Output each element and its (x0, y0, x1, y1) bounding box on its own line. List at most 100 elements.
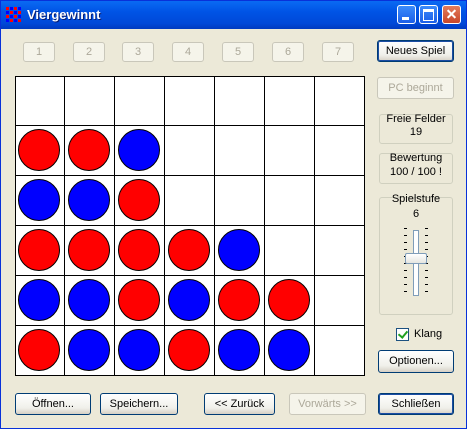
slider-tick (425, 249, 428, 250)
slider-thumb[interactable] (405, 252, 427, 264)
board-cell[interactable] (65, 276, 115, 326)
blue-disc (18, 279, 60, 321)
board-cell[interactable] (265, 226, 315, 276)
red-disc (118, 229, 160, 271)
red-disc (218, 279, 260, 321)
board-cell[interactable] (15, 326, 65, 376)
board-cell[interactable] (65, 176, 115, 226)
board-cell[interactable] (315, 226, 365, 276)
slider-tick (425, 228, 428, 229)
title-bar[interactable]: Viergewinnt (1, 1, 466, 29)
red-disc (268, 279, 310, 321)
pc-starts-button[interactable]: PC beginnt (377, 77, 454, 99)
blue-disc (218, 329, 260, 371)
forward-button[interactable]: Vorwärts >> (289, 393, 366, 415)
red-disc (68, 229, 110, 271)
board-cell[interactable] (115, 326, 165, 376)
board-cell[interactable] (65, 326, 115, 376)
save-button[interactable]: Speichern... (100, 393, 178, 415)
slider-tick (425, 291, 428, 292)
back-button[interactable]: << Zurück (204, 393, 275, 415)
slider-tick (404, 235, 407, 236)
game-board[interactable] (15, 76, 365, 376)
board-cell[interactable] (265, 126, 315, 176)
blue-disc (68, 279, 110, 321)
column-button-3[interactable]: 3 (122, 42, 154, 62)
close-button[interactable]: Schließen (378, 393, 454, 415)
board-cell[interactable] (15, 176, 65, 226)
red-disc (118, 179, 160, 221)
board-cell[interactable] (165, 326, 215, 376)
board-cell[interactable] (265, 326, 315, 376)
board-cell[interactable] (115, 126, 165, 176)
column-button-7[interactable]: 7 (322, 42, 354, 62)
rating-box: Bewertung 100 / 100 ! (379, 152, 453, 184)
board-cell[interactable] (15, 126, 65, 176)
column-button-4[interactable]: 4 (172, 42, 204, 62)
blue-disc (118, 129, 160, 171)
board-cell[interactable] (165, 226, 215, 276)
board-cell[interactable] (15, 276, 65, 326)
board-cell[interactable] (65, 76, 115, 126)
board-cell[interactable] (165, 76, 215, 126)
board-cell[interactable] (65, 126, 115, 176)
board-cell[interactable] (315, 76, 365, 126)
rating-value: 100 / 100 ! (390, 166, 442, 178)
board-cell[interactable] (265, 276, 315, 326)
board-cell[interactable] (115, 226, 165, 276)
rating-label: Bewertung (389, 152, 443, 164)
column-button-6[interactable]: 6 (272, 42, 304, 62)
red-disc (118, 279, 160, 321)
board-cell[interactable] (115, 276, 165, 326)
slider-tick (404, 291, 407, 292)
board-cell[interactable] (315, 126, 365, 176)
minimize-icon[interactable] (397, 5, 416, 24)
slider-tick (404, 228, 407, 229)
board-cell[interactable] (165, 176, 215, 226)
board-cell[interactable] (165, 276, 215, 326)
board-cell[interactable] (315, 326, 365, 376)
board-cell[interactable] (215, 126, 265, 176)
column-button-2[interactable]: 2 (73, 42, 105, 62)
board-cell[interactable] (165, 126, 215, 176)
slider-tick (404, 249, 407, 250)
new-game-button[interactable]: Neues Spiel (377, 40, 454, 62)
slider-tick (425, 284, 428, 285)
sound-checkbox[interactable] (396, 328, 409, 341)
level-box: Spielstufe 6 (379, 193, 453, 315)
free-fields-value: 19 (409, 126, 423, 138)
sound-label[interactable]: Klang (414, 328, 442, 340)
open-button[interactable]: Öffnen... (15, 393, 91, 415)
board-cell[interactable] (15, 76, 65, 126)
board-cell[interactable] (315, 276, 365, 326)
board-cell[interactable] (15, 226, 65, 276)
app-window: Viergewinnt 1234567 Neues Spiel PC begin… (0, 0, 467, 429)
close-icon[interactable] (442, 5, 461, 24)
free-fields-label: Freie Felder (386, 113, 446, 125)
board-cell[interactable] (215, 76, 265, 126)
level-slider[interactable] (380, 198, 452, 314)
free-fields-box: Freie Felder 19 (379, 113, 453, 144)
red-disc (18, 329, 60, 371)
column-button-5[interactable]: 5 (222, 42, 254, 62)
maximize-icon[interactable] (419, 5, 438, 24)
board-cell[interactable] (65, 226, 115, 276)
blue-disc (218, 229, 260, 271)
board-cell[interactable] (215, 276, 265, 326)
options-button[interactable]: Optionen... (378, 350, 454, 373)
slider-tick (404, 242, 407, 243)
board-cell[interactable] (215, 326, 265, 376)
red-disc (18, 229, 60, 271)
board-cell[interactable] (115, 176, 165, 226)
column-button-1[interactable]: 1 (23, 42, 55, 62)
app-grid-icon (6, 7, 22, 23)
board-cell[interactable] (215, 176, 265, 226)
red-disc (168, 229, 210, 271)
board-cell[interactable] (265, 76, 315, 126)
red-disc (168, 329, 210, 371)
board-cell[interactable] (315, 176, 365, 226)
blue-disc (168, 279, 210, 321)
board-cell[interactable] (215, 226, 265, 276)
board-cell[interactable] (265, 176, 315, 226)
board-cell[interactable] (115, 76, 165, 126)
